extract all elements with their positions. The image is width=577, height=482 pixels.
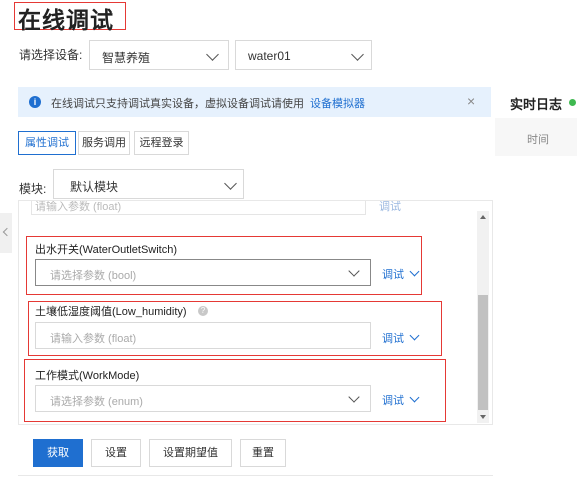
status-dot-icon (569, 99, 576, 106)
sidebar-collapse-handle[interactable] (0, 213, 12, 253)
chevron-down-icon (206, 48, 219, 61)
prev-param-placeholder: 请输入参数 (float) (35, 201, 122, 213)
debug-button[interactable]: 调试 (382, 392, 420, 408)
chevron-down-icon (409, 392, 420, 403)
tab-service-call[interactable]: 服务调用 (78, 131, 130, 155)
page-title: 在线调试 (18, 7, 114, 33)
debug-button-label: 调试 (382, 395, 404, 407)
chevron-down-icon (351, 48, 364, 61)
get-button[interactable]: 获取 (33, 439, 83, 467)
device-simulator-link[interactable]: 设备模拟器 (310, 98, 365, 110)
set-expected-value-button[interactable]: 设置期望值 (149, 439, 232, 467)
params-panel: 请输入参数 (float) 调试 出水开关(WaterOutletSwitch)… (18, 200, 493, 425)
tab-property-debug[interactable]: 属性调试 (18, 131, 76, 155)
chevron-left-icon (2, 227, 12, 237)
realtime-log-title: 实时日志 (510, 97, 563, 112)
debug-button-label: 调试 (382, 333, 404, 345)
param-select-water-outlet-switch[interactable]: 请选择参数 (bool) (35, 259, 371, 286)
close-icon[interactable]: × (467, 93, 475, 109)
chevron-down-icon (224, 177, 237, 190)
scroll-down-arrow-icon[interactable] (480, 415, 486, 419)
divider (18, 475, 493, 476)
info-banner-text: 在线调试只支持调试真实设备，虚拟设备调试请使用 设备模拟器 (51, 95, 365, 111)
chevron-down-icon (409, 330, 420, 341)
debug-button[interactable]: 调试 (382, 266, 420, 282)
info-icon: i (29, 96, 41, 108)
info-banner-message: 在线调试只支持调试真实设备，虚拟设备调试请使用 (51, 98, 304, 110)
scrollbar-thumb[interactable] (478, 295, 488, 410)
device-select-value: water01 (248, 49, 291, 63)
param-label-low-humidity: 土壤低湿度阈值(Low_humidity) (35, 306, 187, 318)
chevron-down-icon (409, 266, 420, 277)
log-column-time: 时间 (527, 134, 549, 146)
info-banner: i 在线调试只支持调试真实设备，虚拟设备调试请使用 设备模拟器 × (18, 87, 491, 117)
param-placeholder: 请选择参数 (bool) (50, 270, 137, 282)
tab-remote-login[interactable]: 远程登录 (134, 131, 189, 155)
device-select[interactable]: water01 (235, 40, 372, 70)
param-input-low-humidity[interactable]: 请输入参数 (float) (35, 322, 371, 349)
reset-button[interactable]: 重置 (240, 439, 286, 467)
module-select-value: 默认模块 (70, 180, 119, 194)
chevron-down-icon (348, 391, 360, 403)
param-placeholder: 请输入参数 (float) (50, 333, 137, 345)
prev-param-debug-button[interactable]: 调试 (379, 201, 401, 214)
module-label: 模块: (19, 182, 47, 196)
product-select-value: 智慧养殖 (102, 51, 151, 65)
param-select-work-mode[interactable]: 请选择参数 (enum) (35, 385, 371, 412)
scroll-up-arrow-icon[interactable] (480, 215, 486, 219)
scrollbar[interactable] (477, 211, 489, 423)
help-icon[interactable]: ? (198, 306, 208, 316)
debug-button[interactable]: 调试 (382, 330, 420, 346)
param-placeholder: 请选择参数 (enum) (50, 396, 143, 408)
set-button[interactable]: 设置 (91, 439, 141, 467)
chevron-down-icon (348, 265, 360, 277)
product-select[interactable]: 智慧养殖 (89, 40, 229, 70)
realtime-log-header: 时间 (495, 118, 577, 156)
module-select[interactable]: 默认模块 (53, 169, 244, 199)
device-select-label: 请选择设备: (19, 48, 83, 62)
param-label-water-outlet-switch: 出水开关(WaterOutletSwitch) (35, 244, 178, 256)
debug-button-label: 调试 (382, 269, 404, 281)
param-label-work-mode: 工作模式(WorkMode) (35, 370, 140, 382)
